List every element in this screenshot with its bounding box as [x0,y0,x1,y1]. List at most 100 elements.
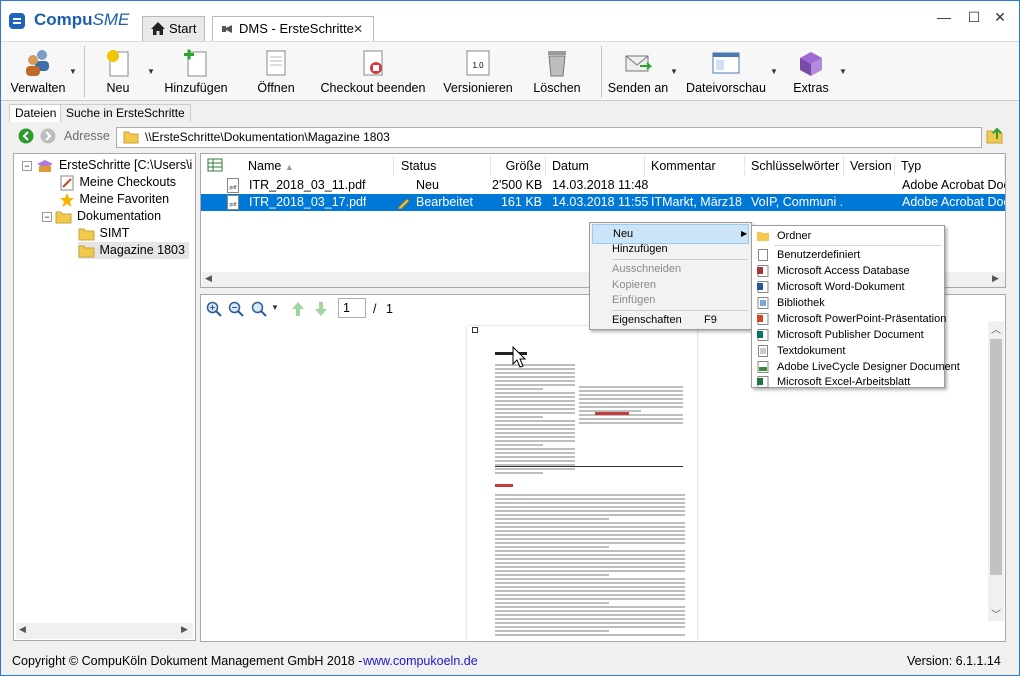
copyright-text: Copyright © CompuKöln Dokument Managemen… [12,654,363,668]
verwalten-dropdown-icon[interactable]: ▼ [69,67,77,76]
dateivorschau-dropdown-icon[interactable]: ▼ [770,67,778,76]
table-row[interactable]: pdf ITR_2018_03_11.pdf Neu 2'500 KB 14.0… [201,177,1005,194]
tree-node-magazine-1803[interactable]: Magazine 1803 [78,242,189,259]
page-down-icon[interactable] [314,301,328,317]
back-icon[interactable] [18,128,34,144]
submenu-item-benutzerdefiniert[interactable]: Benutzerdefiniert [753,247,860,263]
submenu-item-excel[interactable]: Microsoft Excel-Arbeitsblatt [753,374,910,390]
submenu-item-textdokument[interactable]: Textdokument [753,343,845,359]
columns-grid-icon[interactable] [207,158,223,172]
tree-node-meine-checkouts[interactable]: Meine Checkouts [58,174,176,191]
submenu-item-powerpoint[interactable]: Microsoft PowerPoint-Präsentation [753,311,946,327]
column-header-groesse[interactable]: Größe [492,156,546,176]
pencil-icon [397,198,410,209]
zoom-dropdown-icon[interactable]: ▼ [271,303,279,312]
submenu-item-word[interactable]: Microsoft Word-Dokument [753,279,905,295]
zoom-icon[interactable] [251,301,267,317]
add-doc-icon [184,49,207,77]
blank-doc-icon [758,249,768,261]
scroll-thumb[interactable] [990,339,1002,575]
tab-dateien[interactable]: Dateien [9,104,63,122]
folder-icon [55,211,72,224]
website-link[interactable]: www.compukoeln.de [363,651,478,671]
checkout-beenden-button[interactable]: Checkout beenden [319,46,427,98]
folder-tree: − ErsteSchritte [C:\Users\i Meine Checko… [13,153,196,641]
pdf-red-heading [495,484,513,487]
app-logo-icon [9,13,25,29]
pdf-text-block [495,494,685,638]
folder-up-icon[interactable] [986,127,1004,145]
tree-node-root[interactable]: − ErsteSchritte [C:\Users\i [22,157,192,174]
zoom-in-icon[interactable] [206,301,222,317]
column-header-name[interactable]: Name ▲ [242,156,394,176]
title-bar: CompuSME Start DMS - ErsteSchritte ✕ — ☐… [1,1,1019,42]
dateivorschau-button[interactable]: Dateivorschau [685,46,767,98]
folder-icon [757,232,769,241]
tab-dms[interactable]: DMS - ErsteSchritte ✕ [212,16,374,42]
address-bar: Adresse \\ErsteSchritte\Dokumentation\Ma… [6,124,1016,150]
scroll-right-icon: ▶ [992,273,999,283]
address-input[interactable]: \\ErsteSchritte\Dokumentation\Magazine 1… [116,127,982,148]
submenu-item-livecycle[interactable]: Adobe LiveCycle Designer Document [753,359,960,375]
version-text: Version: 6.1.1.14 [907,654,1001,668]
submenu-item-bibliothek[interactable]: Bibliothek [753,295,825,311]
tab-suche[interactable]: Suche in ErsteSchritte [60,104,191,122]
neu-dropdown-icon[interactable]: ▼ [147,67,155,76]
column-header-typ[interactable]: Typ [895,156,1005,176]
tab-start[interactable]: Start [142,16,205,41]
column-header-version[interactable]: Version [844,156,895,176]
svg-text:pdf: pdf [230,185,238,191]
scroll-down-icon: ﹀ [991,610,1001,621]
zoom-out-icon[interactable] [228,301,244,317]
tree-hscrollbar[interactable]: ◀ ▶ [16,623,193,639]
text-doc-icon [758,345,768,357]
preview-vscrollbar[interactable]: ︿ ﹀ [988,321,1004,621]
send-mail-icon [625,55,652,72]
checkout-icon [60,175,74,191]
scroll-right-icon: ▶ [181,624,188,634]
tree-node-dokumentation[interactable]: − Dokumentation [42,208,161,225]
tree-node-simt[interactable]: SIMT [78,225,129,242]
submenu-item-publisher[interactable]: Microsoft Publisher Document [753,327,924,343]
close-button[interactable]: ✕ [985,7,1015,27]
pdf-text-block [495,364,575,476]
checkout-end-icon [363,50,383,76]
table-row-selected[interactable]: pdf ITR_2018_03_17.pdf Bearbeitet 161 KB… [201,194,1005,211]
oeffnen-button[interactable]: Öffnen [253,46,299,98]
verwalten-button[interactable]: Verwalten [5,46,71,98]
versionieren-button[interactable]: 1.0 Versionieren [441,46,515,98]
column-header-schluesselwoerter[interactable]: Schlüsselwörter [745,156,844,176]
svg-text:1.0: 1.0 [472,61,484,70]
submenu-item-access[interactable]: Microsoft Access Database [753,263,910,279]
scroll-left-icon: ◀ [205,273,212,283]
close-tab-icon[interactable]: ✕ [353,17,363,41]
column-header-kommentar[interactable]: Kommentar [645,156,745,176]
home-icon [151,22,165,35]
column-header-datum[interactable]: Datum [546,156,645,176]
page-up-icon[interactable] [291,301,305,317]
dms-icon [222,25,232,33]
loeschen-button[interactable]: Löschen [529,46,585,98]
submenu-item-ordner[interactable]: Ordner [753,228,943,244]
extras-dropdown-icon[interactable]: ▼ [839,67,847,76]
menu-item-eigenschaften[interactable]: Eigenschaften F9 [592,310,749,330]
tree-node-meine-favoriten[interactable]: Meine Favoriten [58,191,169,208]
page-number-input[interactable]: 1 [338,298,366,318]
subtab-bar: Dateien Suche in ErsteSchritte [1,102,1019,122]
forward-icon[interactable] [40,128,56,144]
neu-button[interactable]: Neu [97,46,139,98]
menu-item-einfuegen[interactable]: Einfügen [592,290,655,310]
column-header-status[interactable]: Status [395,156,491,176]
hinzufuegen-button[interactable]: Hinzufügen [163,46,229,98]
folder-icon [78,245,95,258]
collapse-icon: − [22,160,32,171]
minimize-button[interactable]: — [929,7,959,27]
menu-item-hinzufuegen[interactable]: Hinzufügen [592,239,668,259]
extras-button[interactable]: Extras [787,46,835,98]
word-icon [757,281,769,293]
separator [84,46,85,98]
new-doc-icon [107,50,129,77]
senden-an-dropdown-icon[interactable]: ▼ [670,67,678,76]
senden-an-button[interactable]: Senden an [607,46,669,98]
pdf-text-block [579,386,683,426]
